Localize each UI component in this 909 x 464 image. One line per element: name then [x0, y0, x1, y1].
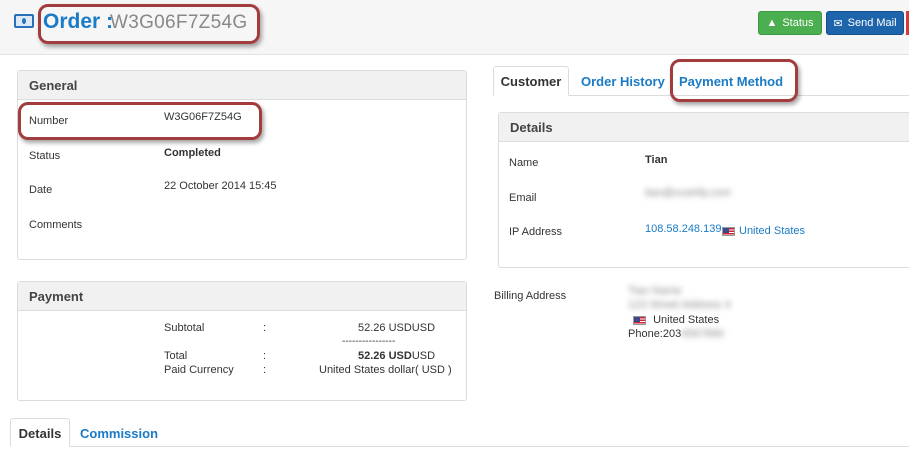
paid-currency-colon: :	[263, 364, 267, 376]
name-value: Tian	[645, 154, 668, 166]
total-amount: 52.26 USD	[358, 350, 412, 362]
status-button-label: Status	[782, 17, 814, 29]
status-label: Status	[29, 150, 61, 162]
total-colon: :	[263, 350, 267, 362]
paid-currency-label: Paid Currency	[164, 364, 234, 376]
ip-label: IP Address	[509, 226, 562, 238]
billing-country: United States	[633, 314, 719, 326]
billing-line-2: 123 Street Address 4	[628, 299, 731, 311]
total-label: Total	[164, 350, 188, 362]
email-value: tian@vushify.com	[645, 187, 732, 199]
tab-customer-label: Customer	[500, 74, 562, 89]
send-mail-label: Send Mail	[847, 17, 897, 29]
highlight-title	[38, 4, 260, 44]
date-label: Date	[29, 184, 53, 196]
general-panel-header: General	[18, 71, 466, 100]
envelope-icon: ✉	[833, 17, 843, 30]
details-panel-header: Details	[499, 113, 909, 142]
status-button[interactable]: ▲ Status	[758, 11, 822, 35]
billing-line-1: Tian Name	[628, 285, 682, 297]
order-icon	[14, 14, 34, 28]
paid-currency-value: United States dollar( USD )	[319, 364, 452, 376]
tab-details-label: Details	[18, 426, 62, 441]
us-flag-icon	[722, 226, 735, 236]
name-label: Name	[509, 157, 539, 169]
tab-customer[interactable]: Customer	[493, 66, 569, 96]
highlight-payment-method	[670, 59, 798, 102]
tab-order-history[interactable]: Order History	[581, 74, 665, 89]
ip-country: United States	[739, 225, 806, 237]
payment-panel-header: Payment	[18, 282, 466, 311]
billing-address-label: Billing Address	[494, 290, 567, 302]
warning-icon: ▲	[766, 17, 778, 29]
date-value: 22 October 2014 15:45	[164, 180, 277, 192]
comments-label: Comments	[29, 219, 83, 231]
send-mail-button[interactable]: ✉ Send Mail	[826, 11, 904, 35]
total-value: 52.26 USDUSD	[358, 350, 435, 362]
payment-panel: Payment	[17, 281, 467, 401]
payment-title: Payment	[29, 289, 84, 304]
details-title: Details	[510, 120, 553, 135]
total-currency: USD	[411, 350, 436, 362]
tab-details[interactable]: Details	[10, 418, 70, 447]
highlight-number	[18, 102, 262, 140]
tab-commission[interactable]: Commission	[80, 426, 158, 441]
billing-phone-label: Phone:203	[628, 328, 682, 340]
billing-phone-rest: 4567890	[681, 328, 725, 340]
ip-country-link[interactable]: United States	[722, 225, 805, 237]
email-label: Email	[509, 192, 537, 204]
general-title: General	[29, 78, 78, 93]
subtotal-colon: :	[263, 322, 267, 334]
status-value: Completed	[164, 147, 221, 159]
general-panel: General	[17, 70, 467, 260]
us-flag-icon	[633, 315, 646, 325]
subtotal-value: 52.26 USDUSD	[358, 322, 436, 334]
billing-phone: Phone:2034567890	[628, 328, 724, 340]
billing-country-text: United States	[653, 314, 720, 326]
bottom-tabs-underline	[10, 446, 909, 447]
total-separator: ----------------	[342, 336, 396, 347]
subtotal-label: Subtotal	[164, 322, 205, 334]
ip-value[interactable]: 108.58.248.139	[645, 223, 721, 235]
